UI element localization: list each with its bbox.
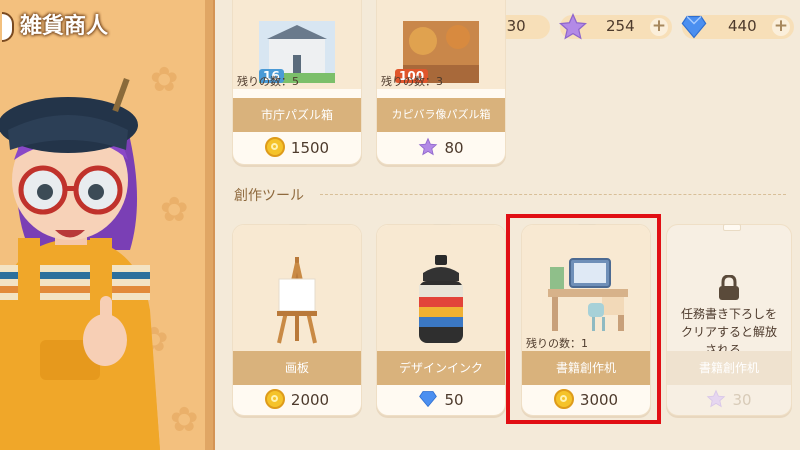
price-value: 50 bbox=[444, 391, 464, 409]
star-icon bbox=[707, 389, 726, 407]
price-value: 80 bbox=[444, 139, 464, 157]
gem-icon bbox=[419, 390, 438, 407]
lock-icon bbox=[719, 275, 739, 300]
item-price: 30 bbox=[667, 385, 791, 415]
item-price: 2000 bbox=[233, 385, 361, 415]
section-title: 創作ツール bbox=[234, 188, 304, 204]
price-value: 1500 bbox=[290, 139, 330, 157]
star-counter: 254 + bbox=[558, 12, 672, 40]
shopkeeper-avatar bbox=[0, 77, 160, 450]
panel-divider bbox=[205, 0, 215, 450]
unlock-text-line: クリアすると解放 bbox=[680, 325, 777, 339]
title-badge-icon bbox=[2, 12, 14, 42]
item-image bbox=[377, 225, 505, 351]
item-name: カピバラ像パズル箱 bbox=[377, 98, 505, 132]
coin-icon bbox=[264, 136, 285, 157]
shop-item-card[interactable]: 100 残りの数：3 カピバラ像パズル箱 80 bbox=[376, 0, 506, 165]
shop-item-card[interactable]: 16 残りの数：5 市庁パズル箱 1500 bbox=[232, 0, 362, 165]
item-image: 16 残りの数：5 bbox=[233, 0, 361, 89]
unlock-text-line: 任務書き下ろしを bbox=[680, 307, 777, 321]
item-image: 100 残りの数：3 bbox=[377, 0, 505, 89]
item-price: 80 bbox=[377, 133, 505, 163]
item-price: 50 bbox=[377, 385, 505, 415]
shop-item-card[interactable]: 画板 2000 bbox=[232, 224, 362, 416]
item-image bbox=[233, 225, 361, 351]
remaining-count: 残りの数：5 bbox=[237, 75, 299, 88]
gem-counter: 440 + bbox=[681, 15, 794, 39]
shop-title-text: 雑貨商人 bbox=[20, 14, 109, 39]
star-icon bbox=[419, 137, 438, 155]
add-stars-button[interactable]: + bbox=[650, 18, 668, 36]
shop-title: 雑貨商人 bbox=[2, 8, 108, 42]
highlight-box bbox=[506, 214, 661, 424]
item-price: 1500 bbox=[233, 133, 361, 163]
section-divider bbox=[320, 194, 786, 195]
shop-item-card[interactable]: デザインインク 50 bbox=[376, 224, 506, 416]
price-value: 2000 bbox=[290, 391, 330, 409]
item-name: 書籍創作机 bbox=[667, 351, 791, 385]
star-amount: 254 bbox=[606, 17, 635, 35]
shopkeeper-panel: ✿ ✿ ✿ ✿ bbox=[0, 0, 205, 450]
gem-icon bbox=[681, 15, 707, 39]
card-tab bbox=[723, 224, 741, 231]
item-name: 市庁パズル箱 bbox=[233, 98, 361, 132]
easel-icon bbox=[277, 257, 317, 344]
locked-item-card[interactable]: 任務書き下ろしを クリアすると解放 される。 書籍創作机 30 bbox=[666, 224, 792, 416]
star-icon bbox=[558, 12, 588, 40]
remaining-count: 残りの数：3 bbox=[381, 75, 443, 88]
gem-amount: 440 bbox=[728, 17, 757, 35]
item-name: デザインインク bbox=[377, 351, 505, 385]
item-name: 画板 bbox=[233, 351, 361, 385]
coin-icon bbox=[264, 388, 285, 409]
spray-can-icon bbox=[419, 255, 463, 343]
price-value: 30 bbox=[732, 391, 752, 409]
add-gems-button[interactable]: + bbox=[772, 18, 790, 36]
